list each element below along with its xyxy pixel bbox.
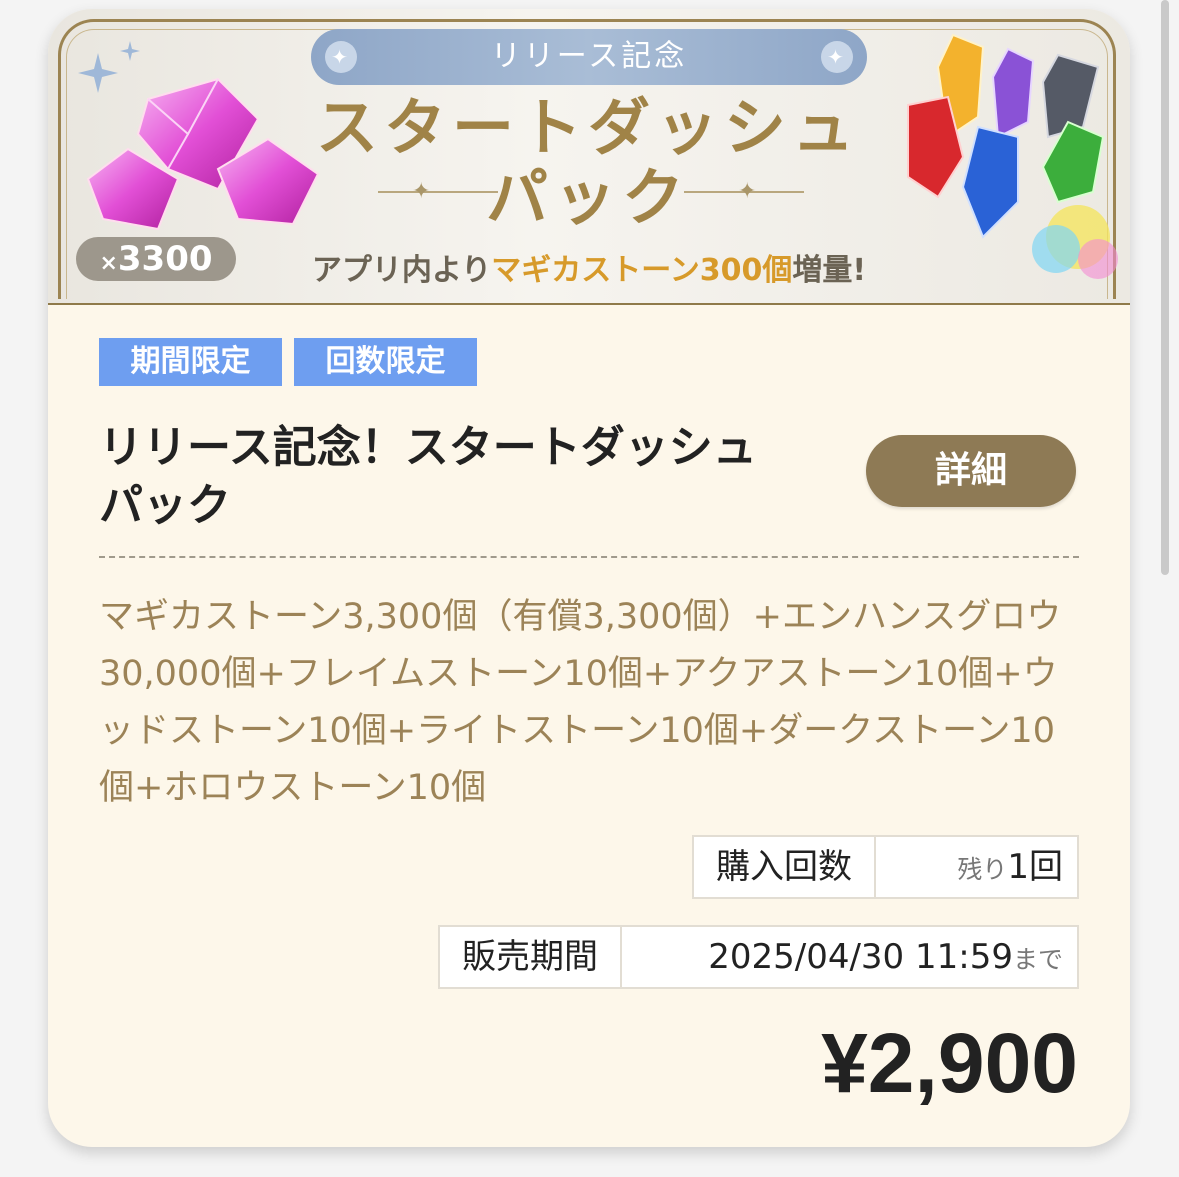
banner-promo: アプリ内よりマギカストーン300個増量!: [284, 245, 894, 289]
sale-period-label: 販売期間: [440, 927, 622, 987]
pack-title-line1: リリース記念！スタートダッシュ: [99, 422, 757, 473]
divider: [99, 556, 1079, 558]
pack-card: ✦ リリース記念 ✦ スタートダッシュ パック ✦ ✦ アプリ内よりマギカストー…: [48, 9, 1130, 1147]
sparkle-icon: ✦: [821, 41, 853, 73]
tag-limited-time: 期間限定: [99, 338, 282, 386]
tag-limited-count: 回数限定: [294, 338, 477, 386]
quantity-multiplier: ×: [99, 251, 118, 276]
quantity-value: 3300: [117, 239, 213, 279]
banner-title-line1: スタートダッシュ: [315, 91, 860, 164]
purchase-count-value: 残り1回: [957, 837, 1063, 897]
quantity-badge: ×3300: [76, 237, 236, 281]
sparkle-icon: [78, 41, 140, 93]
purchase-count-label: 購入回数: [694, 837, 876, 897]
banner-title: スタートダッシュ パック: [248, 93, 928, 233]
purchase-count-box: 購入回数 残り1回: [692, 835, 1079, 899]
promo-suffix: 増量!: [792, 253, 867, 288]
title-rule-left: [378, 191, 498, 193]
sale-period-box: 販売期間 2025/04/30 11:59まで: [438, 925, 1079, 989]
pack-contents: マギカストーン3,300個（有償3,300個）+エンハンスグロウ30,000個+…: [99, 597, 1062, 808]
sale-period-suffix: まで: [1012, 945, 1063, 974]
sparkle-icon: ✦: [325, 41, 357, 73]
price: ¥2,900: [821, 1016, 1078, 1110]
purchase-count-prefix: 残り: [957, 855, 1008, 884]
sparkle-icon: ✦: [412, 179, 431, 204]
sparkle-icon: ✦: [738, 179, 757, 204]
detail-button[interactable]: 詳細: [866, 435, 1076, 507]
scrollbar[interactable]: [1161, 0, 1169, 575]
banner-title-line2: パック: [485, 161, 690, 234]
pack-title: リリース記念！スタートダッシュ パック: [99, 419, 829, 535]
sale-period-date: 2025/04/30 11:59: [708, 937, 1013, 977]
banner-ribbon-label: リリース記念: [490, 39, 688, 74]
pack-title-line2: パック: [99, 480, 231, 531]
promo-prefix: アプリ内より: [311, 253, 492, 288]
banner-ribbon: ✦ リリース記念 ✦: [311, 29, 867, 85]
pack-banner[interactable]: ✦ リリース記念 ✦ スタートダッシュ パック ✦ ✦ アプリ内よりマギカストー…: [48, 9, 1130, 305]
promo-highlight: マギカストーン300個: [491, 253, 793, 288]
sale-period-value: 2025/04/30 11:59まで: [708, 927, 1063, 987]
purchase-count-number: 1回: [1007, 847, 1063, 887]
